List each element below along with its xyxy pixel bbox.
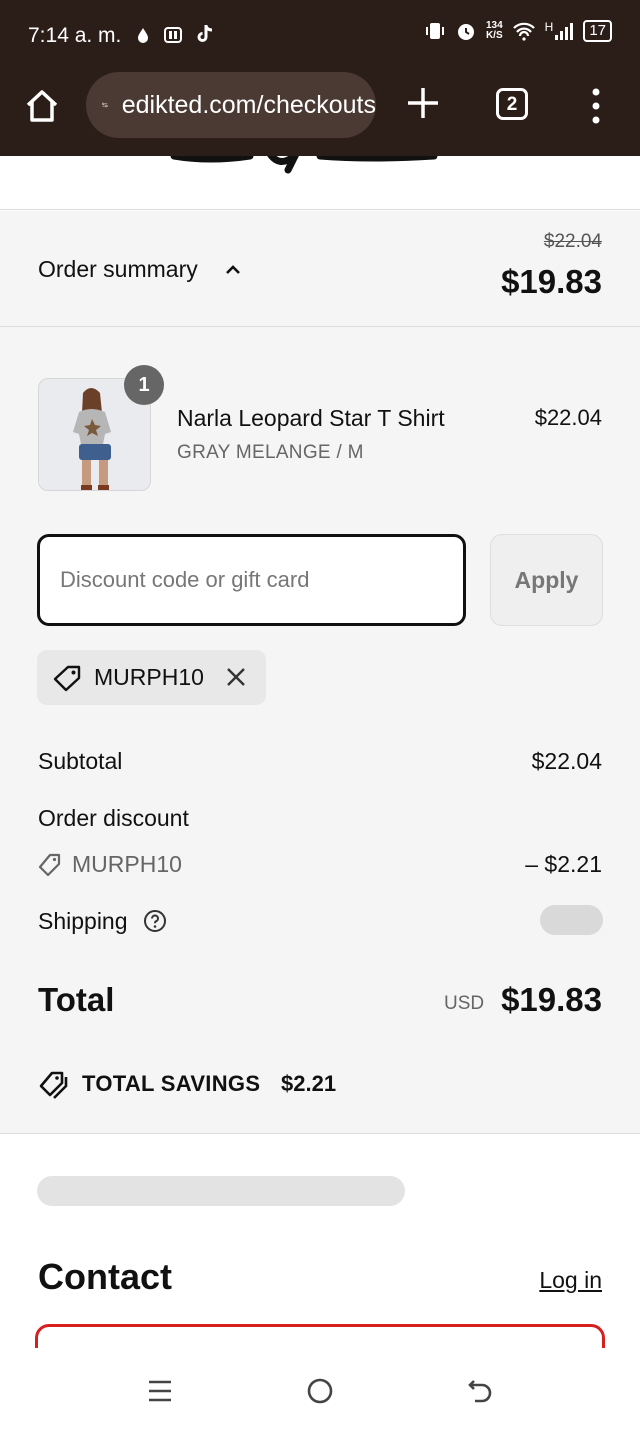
net-speed: 134 K/S — [485, 20, 503, 41]
subtotal-label: Subtotal — [38, 748, 123, 774]
total-value: $19.83 — [501, 981, 602, 1018]
tag-icon — [38, 853, 61, 877]
discount-code-text: MURPH10 — [72, 851, 182, 877]
applied-code-chip: MURPH10 — [37, 650, 266, 705]
product-variant: GRAY MELANGE / M — [177, 442, 364, 463]
recent-apps-icon[interactable] — [147, 1378, 173, 1404]
drop-icon — [138, 28, 148, 43]
order-summary-section: Order summary $22.04 $19.83 1 Narla Leop… — [0, 211, 640, 1133]
product-name: Narla Leopard Star T Shirt — [177, 405, 445, 431]
quantity-badge: 1 — [124, 365, 164, 405]
system-nav-bar — [0, 1348, 640, 1433]
shipping-value-placeholder — [540, 905, 603, 935]
remove-code-icon[interactable] — [225, 666, 247, 688]
contact-section: Contact Log in — [0, 1133, 640, 1348]
system-icons: 134 K/S H 17 — [424, 20, 612, 42]
tiktok-icon — [197, 25, 213, 42]
shipping-label: Shipping — [38, 908, 128, 934]
apply-button[interactable]: Apply — [490, 534, 603, 626]
wifi-icon — [512, 22, 535, 41]
notification-icons — [136, 24, 214, 49]
original-total: $22.04 — [543, 231, 602, 252]
contact-title: Contact — [38, 1256, 172, 1297]
summary-total: $19.83 — [501, 263, 602, 300]
url-text: edikted.com/checkouts — [121, 90, 376, 119]
login-link[interactable]: Log in — [539, 1267, 602, 1294]
home-nav-icon[interactable] — [306, 1377, 334, 1405]
browser-toolbar: edikted.com/checkouts 2 — [0, 72, 640, 156]
store-logo-strip — [0, 156, 640, 210]
total-savings-label: TOTAL SAVINGS — [82, 1071, 261, 1096]
app-icon — [164, 27, 183, 43]
discount-value: – $2.21 — [525, 851, 602, 877]
network-type: H — [544, 20, 554, 34]
battery-icon: 17 — [583, 20, 612, 42]
address-bar[interactable]: edikted.com/checkouts — [86, 72, 376, 138]
site-settings-icon[interactable] — [102, 94, 108, 116]
signal-icon — [555, 23, 574, 40]
order-summary-label: Order summary — [38, 256, 198, 282]
home-icon[interactable] — [22, 86, 62, 126]
currency-code: USD — [444, 993, 485, 1014]
new-tab-icon[interactable] — [404, 84, 442, 122]
back-icon[interactable] — [466, 1377, 494, 1405]
applied-code-text: MURPH10 — [94, 664, 204, 690]
vibrate-icon — [425, 23, 444, 39]
status-time: 7:14 a. m. — [28, 24, 122, 47]
chevron-up-icon — [226, 265, 240, 274]
help-icon[interactable] — [143, 909, 167, 933]
tag-icon — [53, 665, 81, 692]
total-label: Total — [38, 981, 115, 1018]
subtotal-value: $22.04 — [531, 748, 602, 774]
product-price: $22.04 — [534, 405, 602, 430]
order-discount-label: Order discount — [38, 805, 189, 831]
discount-code-input[interactable] — [37, 534, 466, 626]
alarm-icon — [457, 24, 474, 40]
tab-switcher-button[interactable]: 2 — [496, 88, 528, 120]
savings-tag-icon — [39, 1071, 68, 1099]
loading-placeholder — [37, 1176, 405, 1206]
total-savings-value: $2.21 — [281, 1071, 337, 1096]
order-summary-toggle[interactable]: Order summary $22.04 $19.83 — [0, 211, 640, 327]
more-options-icon[interactable] — [586, 86, 606, 126]
store-logo — [170, 156, 438, 174]
status-bar: 7:14 a. m. 134 K/S H 17 — [0, 0, 640, 72]
contact-email-field[interactable] — [35, 1324, 605, 1348]
